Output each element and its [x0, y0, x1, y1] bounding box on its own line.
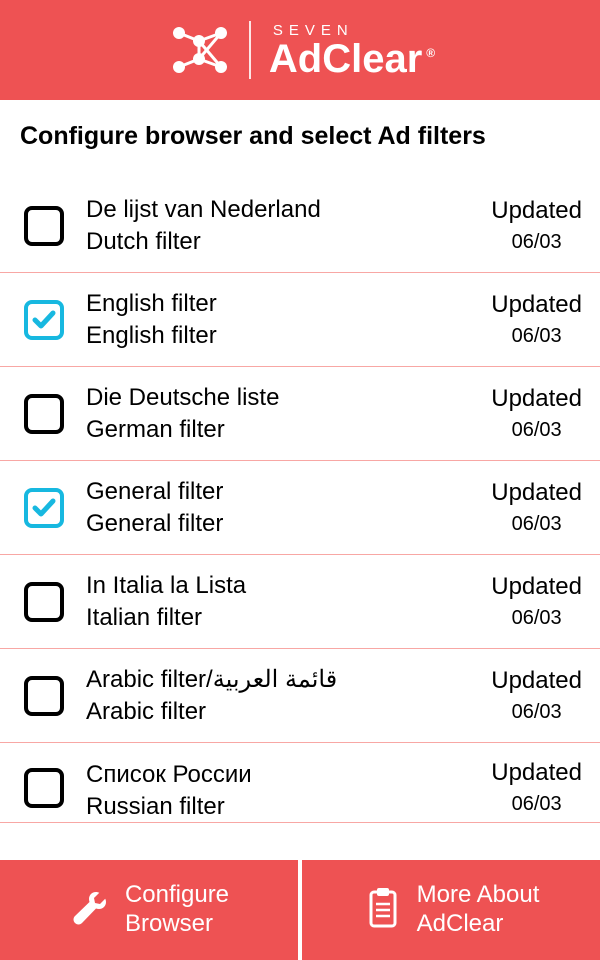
more-about-button[interactable]: More About AdClear — [302, 860, 600, 960]
filter-text: General filter General filter — [86, 478, 483, 538]
clipboard-icon — [363, 886, 403, 935]
logo-text: SEVEN AdClear® — [269, 22, 435, 79]
filter-subtitle: Arabic filter — [86, 698, 483, 726]
filter-text: De lijst van Nederland Dutch filter — [86, 196, 483, 256]
status-label: Updated — [491, 479, 582, 507]
status-label: Updated — [491, 573, 582, 601]
filter-text: Список России Russian filter — [86, 761, 483, 815]
filter-title: In Italia la Lista — [86, 572, 483, 600]
checkbox-general[interactable] — [24, 488, 64, 528]
filter-row-dutch[interactable]: De lijst van Nederland Dutch filter Upda… — [0, 179, 600, 273]
filter-status: Updated 06/03 — [491, 479, 582, 536]
filter-subtitle: English filter — [86, 322, 483, 350]
status-date: 06/03 — [512, 231, 562, 254]
status-date: 06/03 — [512, 793, 562, 816]
checkbox-english[interactable] — [24, 300, 64, 340]
filter-status: Updated 06/03 — [491, 197, 582, 254]
checkbox-arabic[interactable] — [24, 676, 64, 716]
configure-browser-button[interactable]: Configure Browser — [0, 860, 298, 960]
filter-text: In Italia la Lista Italian filter — [86, 572, 483, 632]
logo-divider — [249, 21, 251, 79]
filter-title: Arabic filter/قائمة العربية — [86, 665, 483, 694]
status-label: Updated — [491, 759, 582, 787]
filter-row-russian[interactable]: Список России Russian filter Updated 06/… — [0, 743, 600, 823]
checkbox-dutch[interactable] — [24, 206, 64, 246]
wrench-icon — [69, 887, 111, 934]
status-date: 06/03 — [512, 325, 562, 348]
status-date: 06/03 — [512, 513, 562, 536]
filter-title: English filter — [86, 290, 483, 318]
status-date: 06/03 — [512, 607, 562, 630]
filter-title: General filter — [86, 478, 483, 506]
filter-subtitle: Italian filter — [86, 604, 483, 632]
configure-button-label: Configure Browser — [125, 881, 229, 939]
status-label: Updated — [491, 291, 582, 319]
filter-row-english[interactable]: English filter English filter Updated 06… — [0, 273, 600, 367]
filter-list: De lijst van Nederland Dutch filter Upda… — [0, 179, 600, 860]
brand-main-text: AdClear® — [269, 39, 435, 79]
filter-status: Updated 06/03 — [491, 573, 582, 630]
page-title: Configure browser and select Ad filters — [0, 100, 600, 179]
registered-mark: ® — [426, 46, 435, 60]
filter-row-german[interactable]: Die Deutsche liste German filter Updated… — [0, 367, 600, 461]
app-header: SEVEN AdClear® — [0, 0, 600, 100]
status-label: Updated — [491, 667, 582, 695]
checkbox-russian[interactable] — [24, 768, 64, 808]
filter-status: Updated 06/03 — [491, 667, 582, 724]
filter-text: English filter English filter — [86, 290, 483, 350]
filter-subtitle: German filter — [86, 416, 483, 444]
filter-text: Arabic filter/قائمة العربية Arabic filte… — [86, 665, 483, 726]
network-icon — [165, 23, 231, 77]
filter-row-general[interactable]: General filter General filter Updated 06… — [0, 461, 600, 555]
status-label: Updated — [491, 197, 582, 225]
filter-subtitle: Russian filter — [86, 793, 483, 815]
filter-row-arabic[interactable]: Arabic filter/قائمة العربية Arabic filte… — [0, 649, 600, 743]
status-date: 06/03 — [512, 701, 562, 724]
filter-status: Updated 06/03 — [491, 759, 582, 816]
status-label: Updated — [491, 385, 582, 413]
bottom-bar: Configure Browser More About AdClear — [0, 860, 600, 960]
filter-subtitle: Dutch filter — [86, 228, 483, 256]
filter-title: De lijst van Nederland — [86, 196, 483, 224]
checkbox-italian[interactable] — [24, 582, 64, 622]
filter-title: Список России — [86, 761, 483, 789]
status-date: 06/03 — [512, 419, 562, 442]
filter-status: Updated 06/03 — [491, 385, 582, 442]
more-button-label: More About AdClear — [417, 881, 540, 939]
filter-row-italian[interactable]: In Italia la Lista Italian filter Update… — [0, 555, 600, 649]
checkbox-german[interactable] — [24, 394, 64, 434]
filter-subtitle: General filter — [86, 510, 483, 538]
filter-title: Die Deutsche liste — [86, 384, 483, 412]
filter-status: Updated 06/03 — [491, 291, 582, 348]
filter-text: Die Deutsche liste German filter — [86, 384, 483, 444]
